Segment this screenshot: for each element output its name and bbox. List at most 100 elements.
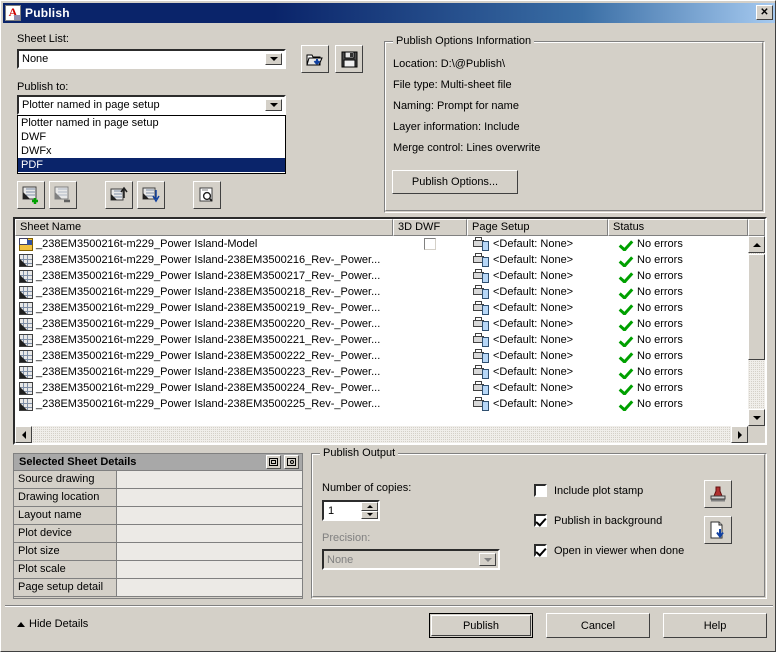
table-row[interactable]: _238EM3500216t-m229_Power Island-238EM35… bbox=[15, 284, 748, 300]
cell-page-setup[interactable]: <Default: None> bbox=[467, 253, 608, 267]
cell-page-setup[interactable]: <Default: None> bbox=[467, 381, 608, 395]
cell-page-setup[interactable]: <Default: None> bbox=[467, 317, 608, 331]
scroll-left-button[interactable] bbox=[15, 426, 32, 443]
scroll-down-button[interactable] bbox=[748, 409, 765, 426]
cell-page-setup[interactable]: <Default: None> bbox=[467, 349, 608, 363]
checkbox-box[interactable] bbox=[534, 514, 547, 527]
cell-page-setup[interactable]: <Default: None> bbox=[467, 301, 608, 315]
column-header-sheet-name[interactable]: Sheet Name bbox=[15, 219, 393, 236]
column-header-page-setup[interactable]: Page Setup bbox=[467, 219, 608, 236]
column-header-status[interactable]: Status bbox=[608, 219, 748, 236]
sheet-name-text: _238EM3500216t-m229_Power Island-238EM35… bbox=[36, 366, 381, 378]
table-row[interactable]: _238EM3500216t-m229_Power Island-238EM35… bbox=[15, 364, 748, 380]
sheet-name-text: _238EM3500216t-m229_Power Island-238EM35… bbox=[36, 398, 381, 410]
cell-sheet-name: _238EM3500216t-m229_Power Island-Model bbox=[15, 237, 393, 251]
cell-page-setup[interactable]: <Default: None> bbox=[467, 365, 608, 379]
checkbox-box[interactable] bbox=[534, 544, 547, 557]
copies-decrement-button[interactable] bbox=[361, 510, 378, 519]
cancel-button[interactable]: Cancel bbox=[546, 613, 650, 638]
remove-sheets-button[interactable] bbox=[49, 181, 77, 209]
table-row[interactable]: _238EM3500216t-m229_Power Island-238EM35… bbox=[15, 252, 748, 268]
cell-page-setup[interactable]: <Default: None> bbox=[467, 285, 608, 299]
publish-in-background-checkbox[interactable]: Publish in background bbox=[534, 514, 662, 527]
load-sheet-list-button[interactable] bbox=[301, 45, 329, 73]
number-of-copies-stepper[interactable]: 1 bbox=[322, 500, 380, 521]
checkbox-label: Include plot stamp bbox=[554, 484, 644, 497]
table-row[interactable]: _238EM3500216t-m229_Power Island-238EM35… bbox=[15, 396, 748, 412]
scroll-track-horizontal[interactable] bbox=[32, 426, 731, 443]
checkbox-box[interactable] bbox=[534, 484, 547, 497]
page-setup-text: <Default: None> bbox=[493, 350, 574, 362]
page-setup-icon bbox=[473, 253, 489, 267]
cell-status: No errors bbox=[608, 366, 748, 379]
layout-tab-icon bbox=[19, 285, 33, 299]
scroll-right-button[interactable] bbox=[731, 426, 748, 443]
publish-to-combo[interactable]: Plotter named in page setup bbox=[17, 95, 286, 115]
status-ok-check-icon bbox=[618, 286, 633, 299]
precision-combo[interactable]: None bbox=[322, 549, 500, 570]
footer-divider bbox=[5, 605, 773, 607]
cell-status: No errors bbox=[608, 334, 748, 347]
number-of-copies-label: Number of copies: bbox=[322, 482, 412, 494]
remove-sheets-icon bbox=[54, 186, 70, 203]
details-row: Drawing location bbox=[14, 489, 302, 507]
dropdown-option[interactable]: DWFx bbox=[18, 144, 285, 158]
details-value bbox=[117, 525, 302, 543]
move-sheet-down-button[interactable] bbox=[137, 181, 165, 209]
table-body[interactable]: _238EM3500216t-m229_Power Island-Model <D… bbox=[15, 236, 748, 426]
cell-3d-dwf[interactable] bbox=[393, 238, 467, 250]
sheet-list-combo[interactable]: None bbox=[17, 49, 286, 69]
table-row[interactable]: _238EM3500216t-m229_Power Island-238EM35… bbox=[15, 332, 748, 348]
move-sheet-up-button[interactable] bbox=[105, 181, 133, 209]
table-vertical-scrollbar[interactable] bbox=[748, 236, 765, 426]
status-text: No errors bbox=[637, 270, 683, 282]
cell-page-setup[interactable]: <Default: None> bbox=[467, 333, 608, 347]
dropdown-option-selected[interactable]: PDF bbox=[18, 158, 285, 172]
plot-to-file-button[interactable] bbox=[704, 516, 732, 544]
publish-button[interactable]: Publish bbox=[429, 613, 533, 638]
details-expand-button[interactable] bbox=[266, 455, 281, 469]
table-row[interactable]: _238EM3500216t-m229_Power Island-238EM35… bbox=[15, 316, 748, 332]
save-sheet-list-button[interactable] bbox=[335, 45, 363, 73]
layout-tab-icon bbox=[19, 269, 33, 283]
cell-page-setup[interactable]: <Default: None> bbox=[467, 397, 608, 411]
close-icon[interactable]: ✕ bbox=[756, 5, 773, 20]
chevron-down-icon[interactable] bbox=[265, 53, 282, 65]
table-horizontal-scrollbar[interactable] bbox=[15, 426, 748, 443]
column-header-3d-dwf[interactable]: 3D DWF bbox=[393, 219, 467, 236]
publish-to-dropdown-list[interactable]: Plotter named in page setup DWF DWFx PDF bbox=[17, 115, 286, 174]
chevron-down-icon[interactable] bbox=[479, 553, 496, 566]
help-button[interactable]: Help bbox=[663, 613, 767, 638]
number-of-copies-value: 1 bbox=[328, 504, 335, 517]
chevron-down-icon[interactable] bbox=[265, 99, 282, 111]
details-preview-button[interactable] bbox=[284, 455, 299, 469]
scroll-thumb-vertical[interactable] bbox=[748, 254, 765, 360]
add-sheets-button[interactable] bbox=[17, 181, 45, 209]
status-text: No errors bbox=[637, 286, 683, 298]
details-value bbox=[117, 507, 302, 525]
cell-sheet-name: _238EM3500216t-m229_Power Island-238EM35… bbox=[15, 381, 393, 395]
cell-page-setup[interactable]: <Default: None> bbox=[467, 237, 608, 251]
table-row[interactable]: _238EM3500216t-m229_Power Island-238EM35… bbox=[15, 380, 748, 396]
page-setup-icon bbox=[473, 381, 489, 395]
page-download-icon bbox=[710, 521, 724, 539]
plot-stamp-settings-button[interactable] bbox=[704, 480, 732, 508]
dropdown-option[interactable]: DWF bbox=[18, 130, 285, 144]
publish-options-button[interactable]: Publish Options... bbox=[392, 170, 518, 194]
include-plot-stamp-checkbox[interactable]: Include plot stamp bbox=[534, 484, 643, 497]
page-setup-icon bbox=[473, 397, 489, 411]
dropdown-option[interactable]: Plotter named in page setup bbox=[18, 116, 285, 130]
scroll-up-button[interactable] bbox=[748, 236, 765, 253]
table-row[interactable]: _238EM3500216t-m229_Power Island-238EM35… bbox=[15, 268, 748, 284]
open-in-viewer-checkbox[interactable]: Open in viewer when done bbox=[534, 544, 684, 557]
preview-button[interactable] bbox=[193, 181, 221, 209]
details-value bbox=[117, 543, 302, 561]
copies-increment-button[interactable] bbox=[361, 502, 378, 511]
hide-details-toggle[interactable]: Hide Details bbox=[17, 618, 88, 630]
3d-dwf-checkbox[interactable] bbox=[424, 238, 436, 250]
table-row[interactable]: _238EM3500216t-m229_Power Island-238EM35… bbox=[15, 348, 748, 364]
table-row[interactable]: _238EM3500216t-m229_Power Island-238EM35… bbox=[15, 300, 748, 316]
table-row[interactable]: _238EM3500216t-m229_Power Island-Model <D… bbox=[15, 236, 748, 252]
cell-page-setup[interactable]: <Default: None> bbox=[467, 269, 608, 283]
page-setup-text: <Default: None> bbox=[493, 238, 574, 250]
